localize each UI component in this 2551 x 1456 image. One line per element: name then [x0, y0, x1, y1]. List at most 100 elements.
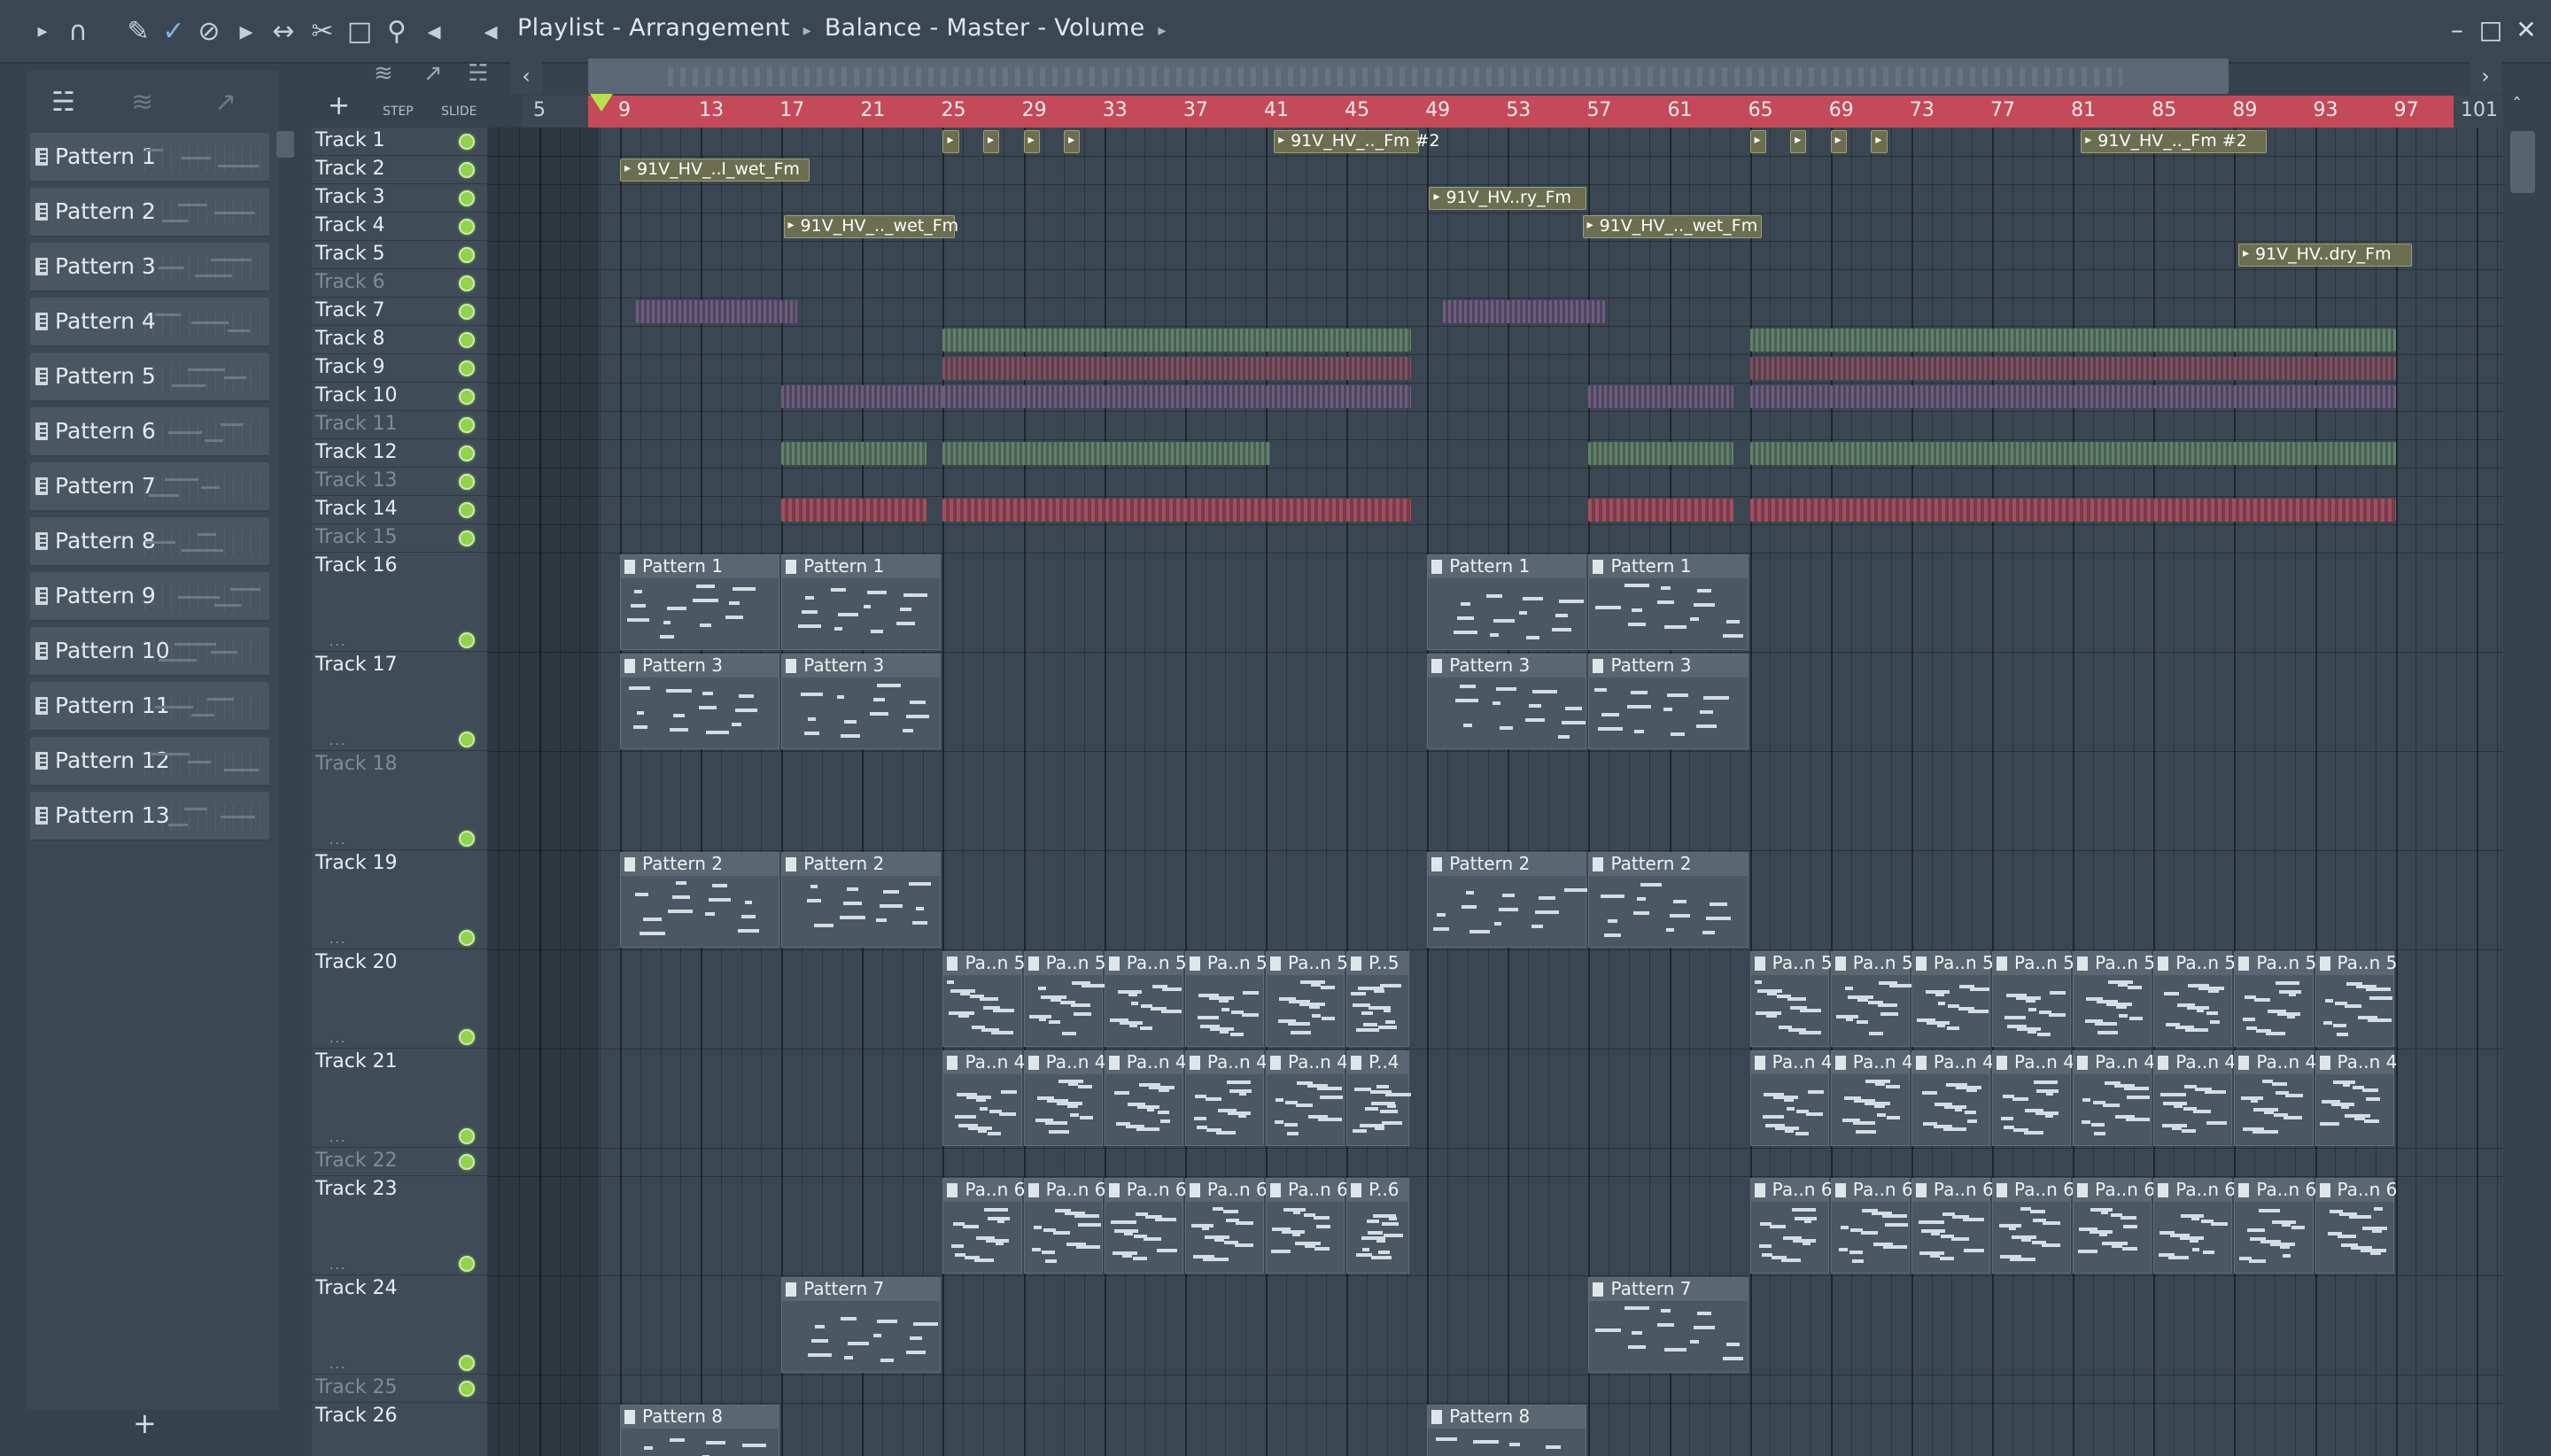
pattern-clip[interactable]: Pa..n 4 [2153, 1050, 2236, 1146]
scroll-left-button[interactable]: ‹ [510, 58, 542, 94]
track-enable-led[interactable] [459, 1029, 475, 1045]
track-header[interactable]: Track 12 [312, 439, 487, 468]
track-enable-led[interactable] [459, 389, 475, 405]
track-name[interactable]: Track 10 [315, 384, 398, 407]
track-header[interactable]: Track 8 [312, 326, 487, 354]
pattern-clip[interactable]: Pattern 1 [1427, 554, 1587, 650]
pattern-clip[interactable]: Pa..n 5 [1265, 951, 1348, 1047]
pattern-clip[interactable]: Pa..n 5 [2073, 951, 2155, 1047]
waveform-icon[interactable]: ≋ [131, 87, 153, 118]
audio-slice-clip[interactable]: ▸ [1830, 130, 1848, 153]
pattern-clip[interactable]: Pa..n 6 [1911, 1178, 1994, 1274]
pattern-clip[interactable]: Pa..n 4 [1023, 1050, 1105, 1146]
pattern-clip[interactable]: Pa..n 4 [2073, 1050, 2155, 1146]
track-enable-led[interactable] [459, 360, 475, 376]
pattern-clip[interactable]: Pa..n 4 [1992, 1050, 2074, 1146]
audio-slice-clip[interactable]: ▸ [1749, 130, 1766, 153]
pattern-clip[interactable]: Pa..n 6 [1830, 1178, 1913, 1274]
breadcrumb-volume[interactable]: Volume [1054, 14, 1144, 42]
track-header[interactable]: Track 18... [312, 751, 487, 850]
track-name[interactable]: Track 19 [315, 852, 398, 874]
track-name[interactable]: Track 20 [315, 951, 398, 973]
track-header[interactable]: Track 23... [312, 1176, 487, 1275]
track-enable-led[interactable] [459, 1128, 475, 1144]
pattern-clip[interactable]: Pa..n 4 [1265, 1050, 1348, 1146]
track-enable-led[interactable] [459, 930, 475, 946]
pattern-clip[interactable]: Pa..n 6 [2315, 1178, 2397, 1274]
pattern-clip[interactable]: Pa..n 4 [1104, 1050, 1187, 1146]
pattern-item[interactable]: Pattern 5 [30, 352, 269, 402]
track-name[interactable]: Track 7 [315, 299, 385, 321]
track-name[interactable]: Track 1 [315, 129, 385, 151]
pattern-clip[interactable]: Pattern 3 [1427, 654, 1587, 749]
track-enable-led[interactable] [459, 732, 475, 747]
track-header[interactable]: Track 15 [312, 524, 487, 553]
pattern-clip[interactable]: Pa..n 6 [1749, 1178, 1833, 1274]
audio-slice-clip[interactable]: ▸ [1790, 130, 1807, 153]
pattern-item[interactable]: Pattern 12 [30, 737, 269, 786]
track-header[interactable]: Track 21... [312, 1049, 487, 1148]
pattern-clip[interactable]: Pa..n 5 [1184, 951, 1268, 1047]
pattern-clip[interactable]: Pa..n 5 [1749, 951, 1833, 1047]
audio-slice-clip[interactable]: ▸ [983, 130, 1000, 153]
audio-lane-clip[interactable] [942, 499, 1411, 522]
pattern-item[interactable]: Pattern 6 [30, 407, 269, 457]
breadcrumb-master[interactable]: Master [946, 14, 1029, 42]
track-name[interactable]: Track 12 [315, 441, 398, 463]
pattern-clip[interactable]: Pa..n 4 [942, 1050, 1025, 1146]
track-header[interactable]: Track 22 [312, 1148, 487, 1176]
track-name[interactable]: Track 18 [315, 753, 398, 775]
pattern-clip[interactable]: Pattern 8 [1427, 1405, 1587, 1456]
pattern-clip[interactable]: Pattern 2 [1588, 852, 1748, 948]
pattern-clip[interactable]: P..5 [1346, 951, 1409, 1047]
add-track-button[interactable]: + [328, 90, 350, 121]
pattern-clip[interactable]: Pa..n 5 [2153, 951, 2236, 1047]
track-name[interactable]: Track 23 [315, 1178, 398, 1200]
track-name[interactable]: Track 17 [315, 654, 398, 676]
track-enable-led[interactable] [459, 1256, 475, 1272]
track-name[interactable]: Track 25 [315, 1376, 398, 1398]
audio-lane-clip[interactable] [781, 442, 927, 465]
track-header[interactable]: Track 20... [312, 949, 487, 1049]
select-icon[interactable]: □ [344, 16, 376, 48]
track-header[interactable]: Track 6 [312, 269, 487, 298]
pattern-clip[interactable]: Pattern 1 [620, 554, 780, 650]
track-header[interactable]: Track 16... [312, 553, 487, 652]
track-name[interactable]: Track 5 [315, 243, 385, 265]
pattern-clip[interactable]: Pattern 2 [620, 852, 780, 948]
audio-clip[interactable]: ▸ 91V_HV_.._wet_Fm [783, 215, 958, 238]
pattern-item[interactable]: Pattern 9 [30, 572, 269, 622]
speaker-icon[interactable]: ◂ [475, 16, 507, 48]
track-name[interactable]: Track 24 [315, 1277, 398, 1299]
piano-tool-icon[interactable]: ☵ [468, 60, 488, 87]
pattern-clip[interactable]: Pa..n 6 [1104, 1178, 1187, 1274]
pattern-clip[interactable]: Pattern 2 [781, 852, 942, 948]
pattern-item[interactable]: Pattern 13 [30, 792, 269, 841]
audio-lane-clip[interactable] [1749, 385, 2396, 408]
song-position-marker-icon[interactable] [590, 94, 613, 112]
pattern-clip[interactable]: Pattern 7 [1588, 1277, 1748, 1373]
audio-lane-clip[interactable] [942, 442, 1270, 465]
audio-clip[interactable]: ▸ 91V_HV_.._Fm #2 [2081, 130, 2267, 153]
track-enable-led[interactable] [459, 632, 475, 648]
minimize-button[interactable]: – [2441, 14, 2473, 46]
pattern-item[interactable]: Pattern 2 [30, 188, 269, 237]
track-enable-led[interactable] [459, 332, 475, 348]
maximize-button[interactable]: □ [2475, 14, 2507, 46]
track-header[interactable]: Track 3 [312, 184, 487, 213]
track-header[interactable]: Track 11 [312, 411, 487, 439]
close-button[interactable]: ✕ [2510, 14, 2542, 46]
track-header[interactable]: Track 1 [312, 128, 487, 156]
pattern-clip[interactable]: Pa..n 6 [1992, 1178, 2074, 1274]
track-name[interactable]: Track 16 [315, 554, 398, 577]
track-enable-led[interactable] [459, 1355, 475, 1371]
audio-slice-clip[interactable]: ▸ [1871, 130, 1888, 153]
slide-toggle[interactable]: SLIDE [441, 105, 477, 119]
audio-clip[interactable]: ▸ 91V_HV_.._Fm #2 [1274, 130, 1440, 153]
audio-lane-clip[interactable] [942, 329, 1411, 352]
pencil-icon[interactable]: ✎ [122, 16, 154, 48]
scroll-right-button[interactable]: › [2470, 58, 2501, 94]
pattern-clip[interactable]: Pa..n 4 [1830, 1050, 1913, 1146]
pattern-item[interactable]: Pattern 3 [30, 243, 269, 292]
audio-lane-clip[interactable] [1443, 300, 1605, 323]
